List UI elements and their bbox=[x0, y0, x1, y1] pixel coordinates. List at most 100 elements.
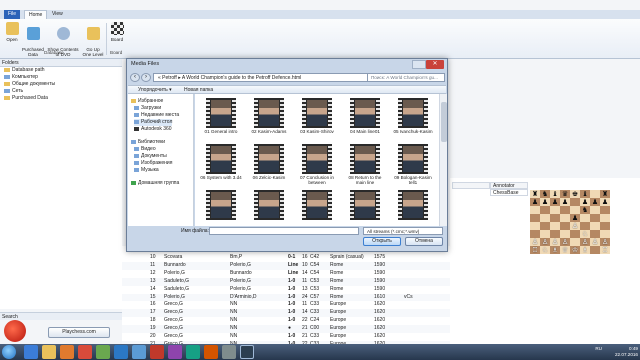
open-file-button[interactable]: Открыть bbox=[363, 237, 401, 246]
board-square[interactable] bbox=[600, 222, 610, 230]
video-file[interactable]: 08 Return to the main line bbox=[343, 144, 387, 190]
board-square[interactable] bbox=[550, 214, 560, 222]
chess-piece-icon[interactable]: ♝ bbox=[580, 190, 590, 198]
board-square[interactable] bbox=[540, 230, 550, 238]
board-square[interactable] bbox=[590, 246, 600, 254]
board-square[interactable] bbox=[550, 222, 560, 230]
chess-piece-icon[interactable]: ♝ bbox=[550, 190, 560, 198]
chess-piece-icon[interactable]: ♙ bbox=[590, 238, 600, 246]
chess-piece-icon[interactable]: ♙ bbox=[600, 238, 610, 246]
nav-autodesk-360[interactable]: Autodesk 360 bbox=[134, 126, 172, 133]
opera-icon[interactable] bbox=[78, 345, 92, 359]
chess-piece-icon[interactable]: ♟ bbox=[580, 198, 590, 206]
forward-button[interactable]: › bbox=[141, 73, 151, 82]
tab-view[interactable]: View bbox=[48, 10, 67, 19]
chess-piece-icon[interactable]: ♙ bbox=[570, 222, 580, 230]
board-square[interactable] bbox=[550, 206, 560, 214]
video-file[interactable] bbox=[295, 190, 339, 226]
purchased-data-button[interactable]: Purchased Data bbox=[22, 22, 44, 57]
video-file[interactable]: 06 System with 3.d4 bbox=[199, 144, 243, 190]
tab-home[interactable]: Home bbox=[24, 10, 48, 19]
video-file[interactable]: 04 Main line01 bbox=[343, 98, 387, 144]
chessbase-taskbar-icon[interactable] bbox=[240, 345, 254, 359]
board-button[interactable]: Board bbox=[108, 22, 126, 42]
organize-button[interactable]: Упорядочить ▾ bbox=[138, 86, 172, 94]
nav-desktop[interactable]: Рабочий стол bbox=[134, 119, 173, 126]
chess-piece-icon[interactable]: ♞ bbox=[540, 190, 550, 198]
chess-piece-icon[interactable]: ♟ bbox=[550, 198, 560, 206]
chess-piece-icon[interactable]: ♘ bbox=[580, 230, 590, 238]
board-square[interactable] bbox=[590, 190, 600, 198]
search-input[interactable]: Поиск: A World Champion's gu... bbox=[367, 73, 445, 82]
open-button[interactable]: Open bbox=[3, 22, 21, 42]
nav-documents[interactable]: Документы bbox=[134, 153, 167, 160]
board-square[interactable] bbox=[560, 230, 570, 238]
chess-piece-icon[interactable]: ♟ bbox=[560, 198, 570, 206]
nav-downloads[interactable]: Загрузки bbox=[134, 105, 161, 112]
chess-piece-icon[interactable]: ♟ bbox=[600, 198, 610, 206]
dialog-maximize-button[interactable] bbox=[412, 60, 426, 69]
video-file[interactable] bbox=[199, 190, 243, 226]
video-file[interactable]: 07 Conclusion in between bbox=[295, 144, 339, 190]
word-icon[interactable] bbox=[114, 345, 128, 359]
filename-input[interactable] bbox=[209, 227, 359, 235]
board-square[interactable] bbox=[550, 230, 560, 238]
board-square[interactable] bbox=[570, 238, 580, 246]
chess-piece-icon[interactable]: ♔ bbox=[570, 246, 580, 254]
tree-item-purchased-data[interactable]: Purchased Data bbox=[0, 95, 122, 102]
board-square[interactable] bbox=[540, 222, 550, 230]
chess-piece-icon[interactable]: ♞ bbox=[580, 206, 590, 214]
chess-piece-icon[interactable]: ♟ bbox=[590, 198, 600, 206]
file-grid-scrollbar[interactable] bbox=[439, 94, 447, 226]
video-file[interactable]: 05 Ivanchuk-Kasim bbox=[391, 98, 435, 144]
tree-item-shared-documents[interactable]: Общие документы bbox=[0, 81, 122, 88]
media-player-icon[interactable] bbox=[60, 345, 74, 359]
tree-item-database-path[interactable]: Database path bbox=[0, 67, 122, 74]
nav-recent-places[interactable]: Недавние места bbox=[134, 112, 179, 119]
app-icon[interactable] bbox=[204, 345, 218, 359]
new-folder-button[interactable]: Новая папка bbox=[184, 86, 213, 94]
chess-piece-icon[interactable]: ♚ bbox=[570, 190, 580, 198]
app-icon[interactable] bbox=[186, 345, 200, 359]
board-square[interactable] bbox=[540, 206, 550, 214]
video-file[interactable]: 01 General intro bbox=[199, 98, 243, 144]
board-square[interactable] bbox=[590, 206, 600, 214]
chess-piece-icon[interactable]: ♕ bbox=[560, 246, 570, 254]
board-square[interactable] bbox=[530, 214, 540, 222]
chess-piece-icon[interactable]: ♜ bbox=[600, 190, 610, 198]
video-file[interactable] bbox=[247, 190, 291, 226]
chess-piece-icon[interactable]: ♖ bbox=[530, 246, 540, 254]
board-square[interactable] bbox=[540, 214, 550, 222]
board-square[interactable] bbox=[570, 198, 580, 206]
file-tab[interactable]: File bbox=[4, 10, 20, 19]
board-square[interactable] bbox=[570, 206, 580, 214]
address-bar[interactable]: « Petroff ▸ A World Champion's guide to … bbox=[153, 73, 369, 82]
board-square[interactable] bbox=[560, 214, 570, 222]
nav-homegroup[interactable]: Домашняя группа bbox=[131, 180, 179, 187]
chess-piece-icon[interactable]: ♟ bbox=[540, 198, 550, 206]
nav-videos[interactable]: Видео bbox=[134, 146, 156, 153]
chess-piece-icon[interactable]: ♟ bbox=[530, 198, 540, 206]
chess-piece-icon[interactable]: ♙ bbox=[550, 238, 560, 246]
tree-item-network[interactable]: Сеть bbox=[0, 88, 122, 95]
board-square[interactable] bbox=[600, 230, 610, 238]
board-square[interactable] bbox=[590, 214, 600, 222]
board-square[interactable] bbox=[560, 206, 570, 214]
search-panel-header[interactable]: Search bbox=[0, 312, 122, 320]
dialog-close-button[interactable]: ✕ bbox=[426, 60, 444, 69]
ie-icon[interactable] bbox=[24, 345, 38, 359]
chess-piece-icon[interactable]: ♖ bbox=[600, 246, 610, 254]
chess-piece-icon[interactable]: ♘ bbox=[540, 246, 550, 254]
chess-piece-icon[interactable]: ♙ bbox=[580, 238, 590, 246]
video-file[interactable] bbox=[391, 190, 435, 226]
go-up-button[interactable]: Go Up One Level bbox=[82, 22, 104, 57]
keyboard-language[interactable]: RU bbox=[588, 346, 602, 352]
board-square[interactable] bbox=[530, 206, 540, 214]
chess-piece-icon[interactable]: ♛ bbox=[560, 190, 570, 198]
video-file[interactable]: 03 Kasim-Shirov bbox=[295, 98, 339, 144]
app-icon[interactable] bbox=[150, 345, 164, 359]
board-square[interactable] bbox=[600, 214, 610, 222]
board-square[interactable] bbox=[530, 230, 540, 238]
chess-piece-icon[interactable]: ♙ bbox=[530, 238, 540, 246]
playchess-button[interactable]: Playchess.com bbox=[48, 327, 110, 338]
